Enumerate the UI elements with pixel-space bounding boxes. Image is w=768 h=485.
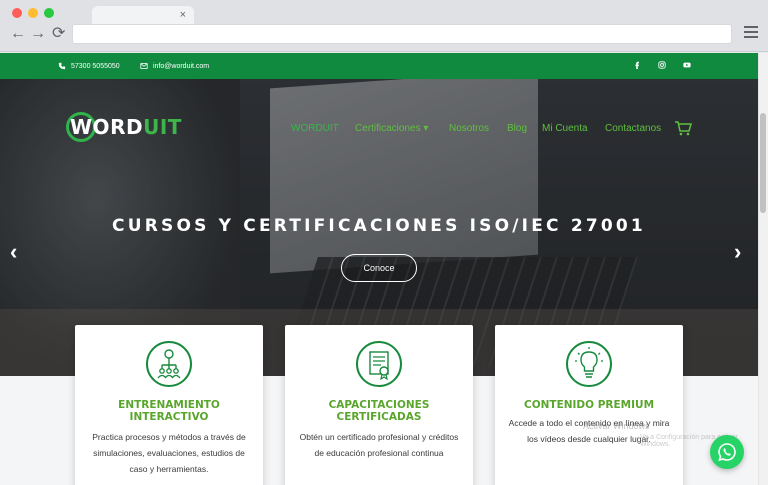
close-window-button[interactable] [12,8,22,18]
windows-activation-watermark: Activar Windows [583,421,650,431]
website: 57300 5055050 info@worduit.com WORDUIT W… [0,53,768,485]
card-title: CONTENIDO PREMIUM [523,399,655,411]
reload-icon[interactable]: ⟳ [52,25,65,43]
facebook-icon[interactable] [633,61,641,69]
card-title: ENTRENAMIENTO INTERACTIVO [118,399,220,423]
email-contact[interactable]: info@worduit.com [140,62,209,70]
nav-item-mi-cuenta[interactable]: Mi Cuenta [542,123,588,134]
browser-menu-icon[interactable] [744,26,758,38]
email-icon [140,63,148,69]
top-contact-bar: 57300 5055050 info@worduit.com [0,53,758,79]
phone-contact[interactable]: 57300 5055050 [58,62,120,70]
nav-item-blog[interactable]: Blog [507,123,527,134]
card-description: Practica procesos y métodos a través de … [92,432,246,474]
address-bar[interactable] [72,24,732,44]
page-scrollbar[interactable] [758,53,768,485]
whatsapp-button[interactable] [710,435,744,469]
logo-word: WORD [70,115,144,139]
training-group-icon [146,341,192,387]
phone-number: 57300 5055050 [71,62,120,70]
nav-item-certificaciones[interactable]: Certificaciones ▾ [355,123,428,134]
tab-close-icon[interactable]: × [180,7,186,23]
maximize-window-button[interactable] [44,8,54,18]
lightbulb-icon [566,341,612,387]
windows-activation-hint: Ve a Configuración para activar Windows. [640,434,738,448]
cart-icon[interactable] [674,120,692,136]
slider-next-icon[interactable]: › [734,239,741,265]
conoce-button[interactable]: Conoce [341,254,417,282]
nav-item-nosotros[interactable]: Nosotros [449,123,489,134]
card-description: Obtén un certificado profesional y crédi… [299,432,459,458]
feature-card-capacitaciones: CAPACITACIONES CERTIFICADAS Obtén un cer… [285,325,473,485]
card-title: CAPACITACIONES CERTIFICADAS [328,399,430,423]
feature-card-entrenamiento: ENTRENAMIENTO INTERACTIVO Practica proce… [75,325,263,485]
whatsapp-icon [718,443,736,462]
minimize-window-button[interactable] [28,8,38,18]
nav-item-worduit[interactable]: WORDUIT [291,123,339,134]
youtube-icon[interactable] [683,61,691,69]
logo-text: WORDUIT [70,115,182,139]
forward-icon[interactable]: → [30,25,46,43]
scrollbar-thumb[interactable] [760,113,766,213]
certificate-icon [356,341,402,387]
nav-item-contactanos[interactable]: Contactanos [605,123,661,134]
browser-chrome: × ← → ⟳ [0,0,768,52]
instagram-icon[interactable] [658,61,666,69]
site-logo[interactable]: WORDUIT [66,112,182,142]
back-icon[interactable]: ← [10,25,26,43]
email-address: info@worduit.com [153,62,210,70]
feature-card-contenido: CONTENIDO PREMIUM Accede a todo el conte… [495,325,683,485]
hero-headline: CURSOS Y CERTIFICACIONES ISO/IEC 27001 [112,216,646,236]
slider-prev-icon[interactable]: ‹ [10,239,17,265]
phone-icon [58,62,66,70]
logo-accent: UIT [143,115,182,139]
browser-tab[interactable]: × [92,6,194,24]
